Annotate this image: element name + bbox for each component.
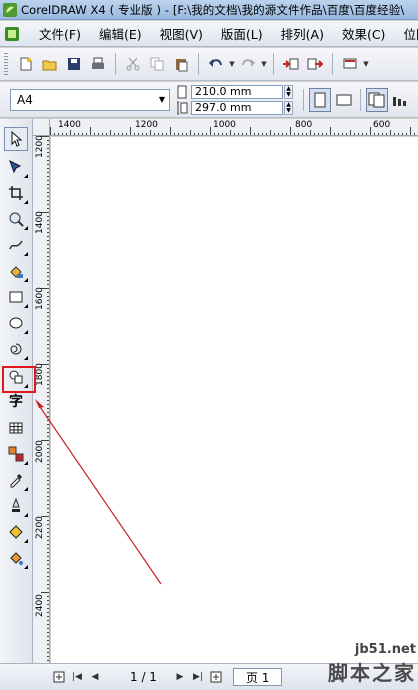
page-count: 1 / 1	[130, 670, 157, 684]
eyedropper-tool-icon[interactable]	[4, 468, 28, 492]
menu-arrange[interactable]: 排列(A)	[272, 24, 333, 43]
document-menu-icon[interactable]	[4, 26, 20, 42]
export-icon[interactable]	[303, 52, 327, 76]
ruler-corner[interactable]	[33, 119, 50, 136]
width-spinner[interactable]: ▲ ▼	[284, 84, 293, 99]
paste-icon[interactable]	[169, 52, 193, 76]
copy-icon[interactable]	[145, 52, 169, 76]
title-bar: CorelDRAW X4 ( 专业版 ) - [F:\我的文档\我的源文件作品\…	[0, 0, 418, 20]
toolbar-separator	[198, 53, 199, 75]
tool-highlight-box	[2, 366, 36, 393]
landscape-button[interactable]	[333, 88, 355, 112]
fill-tool-icon[interactable]	[4, 520, 28, 544]
toolbar-separator	[303, 88, 304, 111]
freehand-tool-icon[interactable]	[4, 233, 28, 257]
first-page-icon[interactable]: |◀	[70, 668, 84, 686]
toolbar-separator	[273, 53, 274, 75]
v-ruler-label: 1200	[35, 136, 45, 158]
portrait-icon	[314, 92, 326, 107]
application-launcher-icon[interactable]	[338, 52, 362, 76]
vertical-ruler[interactable]: 1200 1400 1600 1800 2000 2200 2400	[33, 136, 50, 663]
print-icon[interactable]	[86, 52, 110, 76]
menu-bar: 文件(F) 编辑(E) 视图(V) 版面(L) 排列(A) 效果(C) 位图	[0, 21, 418, 47]
toolbar-separator	[360, 88, 361, 111]
standard-toolbar: ▼ ▼ ▼	[0, 48, 418, 81]
v-ruler-label: 2000	[35, 440, 45, 463]
site-watermark: jb51.net 脚本之家	[328, 642, 416, 686]
previous-page-icon[interactable]: ◀	[88, 668, 102, 686]
window-title: CorelDRAW X4 ( 专业版 ) - [F:\我的文档\我的源文件作品\…	[21, 2, 405, 17]
height-spinner[interactable]: ▲ ▼	[284, 100, 293, 115]
interactive-blend-tool-icon[interactable]	[4, 442, 28, 466]
page-height-icon	[177, 101, 188, 114]
menu-edit[interactable]: 编辑(E)	[90, 24, 151, 43]
h-ruler-label: 800	[295, 120, 313, 130]
rectangle-tool-icon[interactable]	[4, 285, 28, 309]
table-tool-icon[interactable]	[4, 416, 28, 440]
launcher-dropdown-icon[interactable]: ▼	[362, 52, 370, 76]
h-ruler-label: 1000	[213, 120, 236, 130]
page-dimensions: 210.0 mm ▲ ▼ 297.0 mm ▲ ▼	[176, 84, 293, 115]
shape-tool-icon[interactable]	[4, 155, 28, 179]
current-page-icon	[393, 96, 406, 106]
v-ruler-label: 1600	[35, 287, 45, 310]
watermark-name: 脚本之家	[328, 661, 416, 685]
landscape-icon	[336, 94, 352, 105]
current-page-button[interactable]	[390, 88, 412, 112]
page-tab-1[interactable]: 页 1	[232, 668, 283, 686]
last-page-icon[interactable]: ▶|	[191, 668, 205, 686]
redo-dropdown-icon[interactable]: ▼	[260, 52, 268, 76]
import-icon[interactable]	[279, 52, 303, 76]
toolbar-separator	[332, 53, 333, 75]
cut-icon[interactable]	[121, 52, 145, 76]
menu-view[interactable]: 视图(V)	[151, 24, 212, 43]
smart-fill-tool-icon[interactable]	[4, 259, 28, 283]
save-icon[interactable]	[62, 52, 86, 76]
text-tool-glyph: 字	[9, 394, 23, 410]
open-icon[interactable]	[38, 52, 62, 76]
v-ruler-label: 1400	[35, 211, 45, 234]
crop-tool-icon[interactable]	[4, 181, 28, 205]
polygon-tool-icon[interactable]	[4, 337, 28, 361]
all-pages-button[interactable]	[366, 87, 388, 112]
pick-tool-icon[interactable]	[4, 127, 28, 151]
paper-size-select[interactable]: A4 ▼	[10, 88, 170, 111]
next-page-icon[interactable]: ▶	[173, 668, 187, 686]
zoom-tool-icon[interactable]	[4, 207, 28, 231]
menu-effects[interactable]: 效果(C)	[333, 24, 394, 43]
menu-file[interactable]: 文件(F)	[30, 24, 90, 43]
property-bar: A4 ▼ 210.0 mm ▲ ▼ 297.0 mm ▲ ▼	[0, 82, 418, 118]
add-page-after-icon[interactable]	[209, 668, 223, 686]
page-height-field[interactable]: 297.0 mm	[191, 100, 283, 115]
redo-icon[interactable]	[236, 52, 260, 76]
toolbar-separator	[115, 53, 116, 75]
menu-layout[interactable]: 版面(L)	[212, 24, 272, 43]
v-ruler-label: 2200	[35, 516, 45, 539]
outline-tool-icon[interactable]	[4, 494, 28, 518]
drawing-canvas[interactable]	[51, 137, 418, 663]
all-pages-icon	[368, 92, 385, 107]
chevron-down-icon: ▼	[158, 95, 165, 104]
menu-bitmaps[interactable]: 位图	[394, 24, 418, 43]
undo-dropdown-icon[interactable]: ▼	[228, 52, 236, 76]
paper-size-value: A4	[17, 92, 33, 107]
undo-icon[interactable]	[204, 52, 228, 76]
toolbar-grip[interactable]	[4, 53, 8, 75]
interactive-fill-tool-icon[interactable]	[4, 546, 28, 570]
ellipse-tool-icon[interactable]	[4, 311, 28, 335]
v-ruler-label: 2400	[35, 594, 45, 617]
watermark-site: jb51.net	[354, 642, 416, 657]
v-ruler-label: 1800	[35, 363, 45, 386]
coreldraw-logo-icon	[3, 2, 17, 17]
page-width-field[interactable]: 210.0 mm	[191, 84, 283, 99]
h-ruler-label: 1400	[58, 120, 81, 130]
page-width-icon	[177, 85, 187, 98]
portrait-button[interactable]	[309, 87, 331, 112]
add-page-before-icon[interactable]	[52, 668, 66, 686]
h-ruler-label: 600	[373, 120, 391, 130]
horizontal-ruler[interactable]: 1400 1200 1000 800 600	[50, 119, 418, 136]
h-ruler-label: 1200	[135, 120, 158, 130]
new-document-icon[interactable]	[14, 52, 38, 76]
